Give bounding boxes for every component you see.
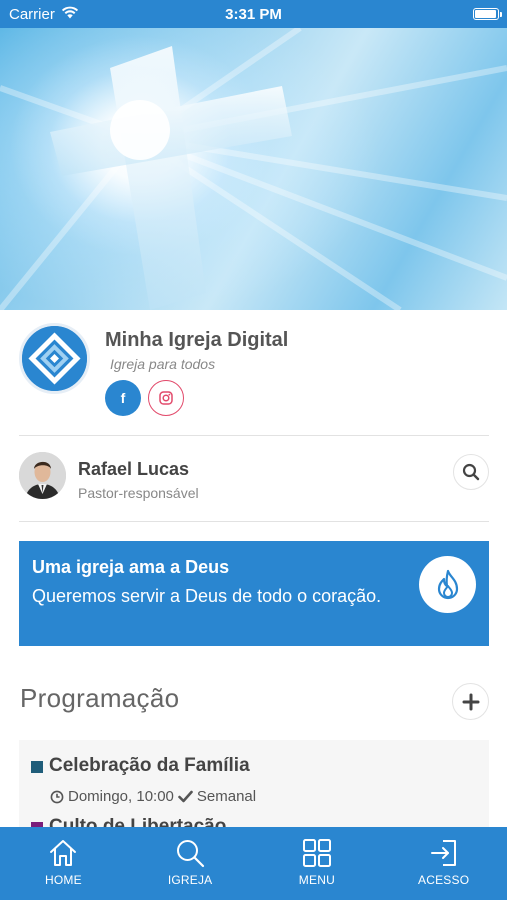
divider [19, 521, 489, 522]
tab-label: IGREJA [167, 873, 213, 887]
schedule-list: Celebração da Família Domingo, 10:00 Sem… [19, 740, 489, 830]
bottom-tab-bar: HOME IGREJA MENU ACESSO [0, 827, 507, 900]
instagram-icon [159, 391, 173, 405]
check-icon [178, 790, 193, 803]
wifi-icon [61, 6, 79, 23]
mission-banner[interactable]: Uma igreja ama a Deus Queremos servir a … [19, 541, 489, 646]
battery-icon [473, 8, 502, 20]
banner-title: Uma igreja ama a Deus [32, 557, 230, 577]
event-title: Celebração da Família [49, 755, 250, 776]
tab-acesso[interactable]: ACESSO [380, 827, 507, 900]
event-frequency: Semanal [196, 788, 257, 805]
status-left: Carrier [9, 6, 79, 23]
carrier-label: Carrier [9, 5, 55, 23]
church-profile: Minha Igreja Digital Igreja para todos f [19, 323, 489, 427]
fire-icon [419, 556, 476, 613]
tab-menu[interactable]: MENU [254, 827, 381, 900]
pastor-name: Rafael Lucas [78, 459, 190, 479]
facebook-button[interactable]: f [105, 380, 141, 416]
divider [19, 435, 489, 436]
facebook-icon: f [120, 390, 126, 406]
grid-icon [302, 839, 331, 867]
status-bar: Carrier 3:31 PM [0, 0, 507, 28]
list-item[interactable]: Celebração da Família Domingo, 10:00 Sem… [31, 755, 471, 805]
tab-igreja[interactable]: IGREJA [127, 827, 254, 900]
search-button[interactable] [453, 454, 489, 490]
clock-icon [50, 790, 64, 803]
pastor-card: Rafael Lucas Pastor-responsável [19, 452, 489, 504]
tab-label: MENU [298, 873, 335, 887]
church-logo [19, 323, 90, 394]
instagram-button[interactable] [148, 380, 184, 416]
cross-illustration [0, 28, 507, 310]
tab-home[interactable]: HOME [0, 827, 127, 900]
search-icon [177, 840, 205, 868]
login-icon [430, 840, 456, 866]
battery-level [475, 10, 496, 18]
pastor-role: Pastor-responsável [78, 485, 199, 501]
church-name: Minha Igreja Digital [105, 329, 289, 351]
event-color-marker [31, 761, 43, 773]
tab-label: HOME [44, 873, 82, 887]
tab-label: ACESSO [418, 873, 470, 887]
search-icon [462, 463, 480, 481]
add-button[interactable] [452, 683, 489, 720]
plus-icon [462, 693, 479, 710]
section-title: Programação [20, 683, 180, 713]
event-day-time: Domingo, 10:00 [68, 788, 174, 805]
church-tagline: Igreja para todos [110, 356, 216, 372]
banner-text: Queremos servir a Deus de todo o coração… [32, 586, 382, 606]
home-icon [50, 840, 77, 866]
event-meta: Domingo, 10:00 Semanal [50, 788, 256, 805]
avatar [19, 452, 66, 499]
hero-image [0, 28, 507, 310]
